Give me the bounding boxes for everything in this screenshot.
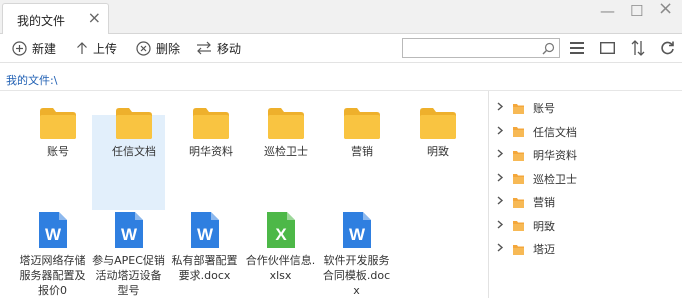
folder-item[interactable]: 明致 [402,106,474,159]
tree-item[interactable]: 明致 [489,216,682,236]
folder-icon [193,108,229,139]
folder-icon [40,108,76,139]
folder-icon [513,174,524,184]
tree-item[interactable]: 明华资料 [489,145,682,165]
expand-arrow-icon[interactable] [497,196,509,208]
folder-icon [513,197,524,208]
word-file-item[interactable]: W 塔迈网络存储服务器配置及报价0 [16,211,89,298]
file-label: 参与APEC促销活动塔迈设备型号 [92,254,165,297]
folder-item[interactable]: 任信文档 [98,106,170,159]
tree-item[interactable]: 营销 [489,192,682,212]
folder-label: 账号 [47,145,69,158]
file-label: 塔迈网络存储服务器配置及报价0 [19,254,86,297]
delete-button[interactable]: 删除 [136,39,180,57]
tree-item-label: 任信文档 [533,125,577,139]
excel-file-item[interactable]: X 合作伙伴信息.xlsx [244,211,317,283]
folder-icon [344,108,380,139]
tree-item[interactable]: 塔迈 [489,239,682,259]
tree-item-label: 塔迈 [533,243,555,256]
swap-arrows-icon [197,41,211,55]
word-file-item[interactable]: W 私有部署配置要求.docx [168,211,241,283]
folder-label: 营销 [351,145,373,158]
expand-arrow-icon[interactable] [497,125,509,138]
folder-icon [268,108,304,139]
excel-icon: X [266,212,295,248]
sort-icon[interactable] [631,40,645,56]
tree-item-label: 账号 [533,102,555,115]
file-label: 私有部署配置要求.docx [171,254,238,282]
new-button[interactable]: 新建 [12,39,56,57]
folder-icon [513,127,524,137]
x-circle-icon [136,40,151,56]
folder-icon [420,108,456,139]
grid-view-icon[interactable] [600,42,615,54]
word-icon: W [190,212,219,248]
folder-icon [513,103,524,114]
move-label: 移动 [217,41,242,56]
folder-item[interactable]: 巡检卫士 [250,106,322,159]
folder-label: 巡检卫士 [264,145,308,158]
word-icon: W [342,212,371,248]
expand-arrow-icon[interactable] [497,102,509,114]
title-bar: 我的文件 × — ☐ × [0,0,682,35]
expand-arrow-icon[interactable] [497,149,509,161]
tab-my-files[interactable]: 我的文件 × [2,3,109,35]
expand-arrow-icon[interactable] [497,172,509,185]
word-file-item[interactable]: W 软件开发服务合同模板.docx [320,211,393,298]
file-type-letter: W [120,225,137,244]
minimize-icon[interactable]: — [600,3,615,19]
tab-title: 我的文件 [17,14,66,28]
tree-item[interactable]: 账号 [489,98,682,118]
expand-arrow-icon[interactable] [497,219,509,232]
file-type-letter: X [275,225,287,244]
refresh-icon[interactable] [660,40,675,55]
plus-circle-icon [12,40,27,56]
maximize-icon[interactable]: ☐ [630,3,643,19]
breadcrumb[interactable]: 我的文件:\ [6,72,57,88]
folder-label: 明华资料 [189,145,233,158]
move-button[interactable]: 移动 [196,39,241,57]
folder-item[interactable]: 营销 [326,106,398,159]
folder-icon [513,244,524,255]
tree-item-label: 巡检卫士 [533,172,577,186]
word-icon: W [114,212,143,248]
upload-button[interactable]: 上传 [76,39,117,57]
search-input[interactable] [402,38,560,58]
file-label: 合作伙伴信息.xlsx [245,254,316,282]
word-icon: W [38,212,67,248]
expand-arrow-icon[interactable] [497,243,509,255]
delete-label: 删除 [156,41,181,56]
folder-item[interactable]: 明华资料 [175,106,247,159]
tree-item-label: 明华资料 [533,149,577,162]
file-type-letter: W [348,225,365,244]
tree-item[interactable]: 巡检卫士 [489,169,682,189]
file-type-letter: W [196,225,213,244]
folder-icon [513,150,524,161]
folder-label: 明致 [427,145,449,158]
tab-close-icon[interactable]: × [88,10,101,26]
new-label: 新建 [32,41,57,56]
folder-icon [513,221,524,231]
tree-item[interactable]: 任信文档 [489,122,682,142]
file-type-letter: W [44,225,61,244]
arrow-up-icon [77,42,87,54]
word-file-item[interactable]: W 参与APEC促销活动塔迈设备型号 [92,211,165,298]
toolbar: 新建 上传 删除 移动 [0,34,682,63]
close-window-icon[interactable]: × [658,0,673,18]
folder-icon [116,108,152,139]
tree-item-label: 明致 [533,219,555,233]
tree-item-label: 营销 [533,196,555,209]
upload-label: 上传 [93,41,118,56]
list-view-icon[interactable] [570,42,584,54]
folder-item[interactable]: 账号 [22,106,94,159]
search-icon[interactable] [542,42,555,55]
folder-label: 任信文档 [112,145,156,158]
file-label: 软件开发服务合同模板.docx [322,254,391,297]
